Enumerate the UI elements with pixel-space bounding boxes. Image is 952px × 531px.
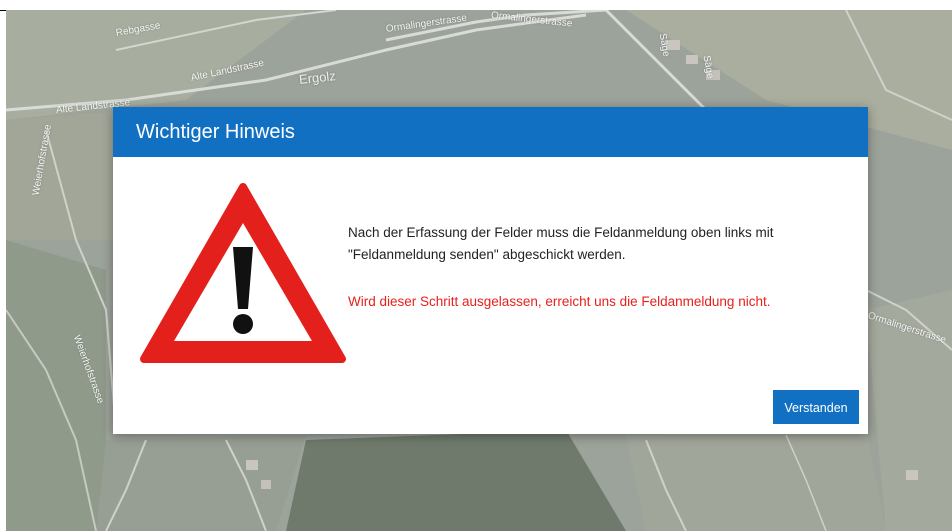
verstanden-button[interactable]: Verstanden: [773, 390, 859, 424]
dialog-message-line-2: "Feldanmeldung senden" abgeschickt werde…: [348, 247, 626, 262]
dialog-title: Wichtiger Hinweis: [113, 107, 868, 157]
warning-triangle-icon: [140, 183, 346, 363]
notice-dialog: Wichtiger Hinweis Nach der Erfassung der…: [113, 107, 868, 434]
dialog-warning-text: Wird dieser Schritt ausgelassen, erreich…: [348, 294, 771, 309]
dialog-message: Nach der Erfassung der Felder muss die F…: [348, 222, 838, 266]
dialog-message-line-1: Nach der Erfassung der Felder muss die F…: [348, 225, 774, 240]
